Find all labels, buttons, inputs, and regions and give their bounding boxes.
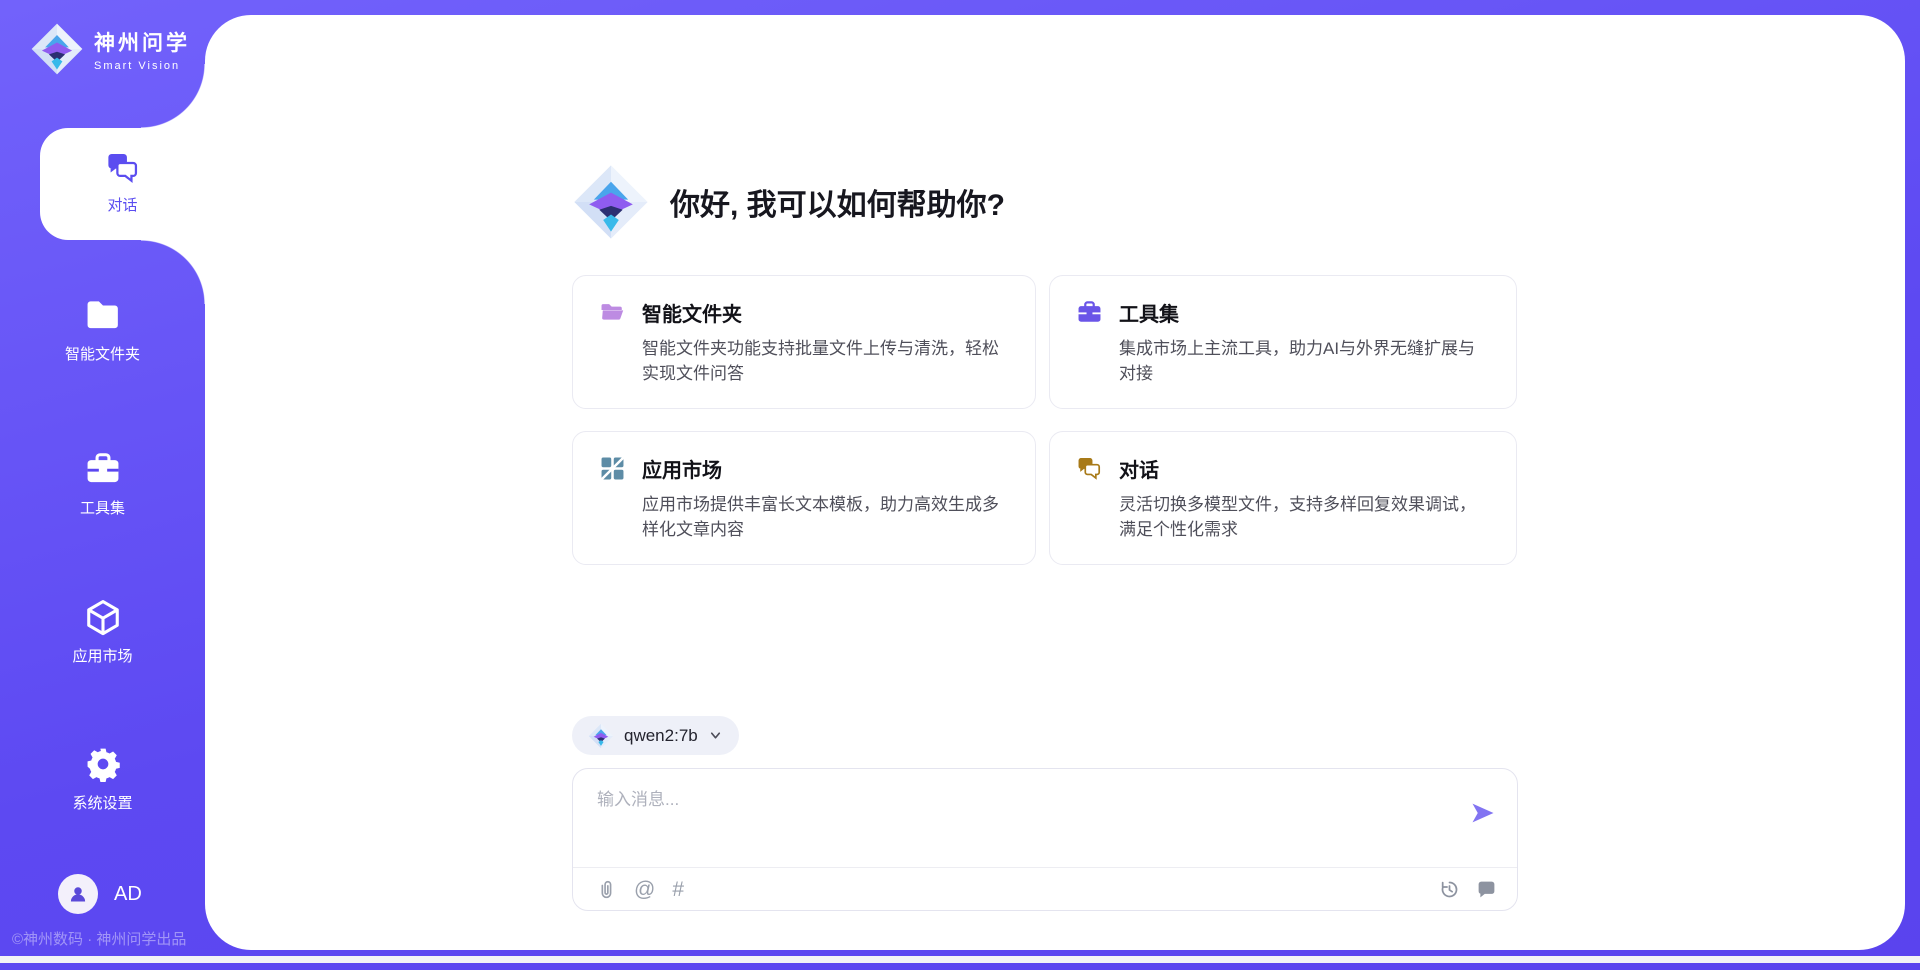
- model-selector[interactable]: qwen2:7b: [572, 716, 739, 755]
- briefcase-icon: [84, 450, 122, 488]
- app-root: 神州问学 Smart Vision 智能文件夹 工具集: [0, 0, 1920, 970]
- diamond-logo-icon: [572, 163, 650, 241]
- tab-fillet-bottom: [141, 240, 205, 304]
- sidebar-item-settings[interactable]: 系统设置: [0, 745, 205, 813]
- card-smart-folder[interactable]: 智能文件夹 智能文件夹功能支持批量文件上传与清洗，轻松实现文件问答: [572, 275, 1036, 409]
- card-title: 工具集: [1119, 298, 1179, 327]
- card-title: 智能文件夹: [642, 298, 742, 327]
- brand-name: 神州问学: [94, 27, 190, 57]
- sidebar-item-label: 智能文件夹: [0, 343, 205, 364]
- sidebar-item-app-market[interactable]: 应用市场: [0, 598, 205, 666]
- comment-icon[interactable]: [1476, 879, 1497, 900]
- grid-icon: [599, 455, 626, 482]
- sidebar-item-label: 对话: [40, 194, 205, 215]
- diamond-logo-icon: [30, 22, 84, 76]
- card-toolset[interactable]: 工具集 集成市场上主流工具，助力AI与外界无缝扩展与对接: [1049, 275, 1517, 409]
- card-description: 应用市场提供丰富长文本模板，助力高效生成多样化文章内容: [642, 492, 1009, 542]
- composer-tools-left: @ #: [595, 867, 684, 912]
- card-app-market[interactable]: 应用市场 应用市场提供丰富长文本模板，助力高效生成多样化文章内容: [572, 431, 1036, 565]
- user-initials: AD: [114, 883, 142, 906]
- sidebar-item-toolset[interactable]: 工具集: [0, 450, 205, 518]
- open-folder-icon: [599, 299, 626, 326]
- card-description: 集成市场上主流工具，助力AI与外界无缝扩展与对接: [1119, 336, 1490, 386]
- person-icon: [66, 882, 90, 906]
- user-account[interactable]: AD: [58, 874, 142, 914]
- history-icon[interactable]: [1439, 879, 1460, 900]
- message-input[interactable]: [597, 785, 1417, 853]
- feature-cards: 智能文件夹 智能文件夹功能支持批量文件上传与清洗，轻松实现文件问答 工具集 集成…: [572, 275, 1518, 565]
- main-panel: 你好, 我可以如何帮助你? 智能文件夹 智能文件夹功能支持批量文件上传与清洗，轻…: [205, 15, 1905, 950]
- sidebar-item-label: 系统设置: [0, 792, 205, 813]
- folder-icon: [84, 296, 122, 334]
- card-description: 智能文件夹功能支持批量文件上传与清洗，轻松实现文件问答: [642, 336, 1009, 386]
- model-name: qwen2:7b: [624, 726, 698, 746]
- card-description: 灵活切换多模型文件，支持多样回复效果调试，满足个性化需求: [1119, 492, 1490, 542]
- send-icon[interactable]: [1469, 799, 1497, 827]
- composer-tools-right: [1439, 867, 1497, 912]
- card-title: 对话: [1119, 454, 1159, 483]
- sidebar-item-smart-folder[interactable]: 智能文件夹: [0, 296, 205, 364]
- chat-icon: [1076, 455, 1103, 482]
- card-title: 应用市场: [642, 454, 722, 483]
- sidebar-item-chat[interactable]: 对话: [40, 128, 205, 240]
- card-chat[interactable]: 对话 灵活切换多模型文件，支持多样回复效果调试，满足个性化需求: [1049, 431, 1517, 565]
- attachment-icon[interactable]: [595, 879, 617, 901]
- cube-icon: [84, 598, 122, 636]
- chevron-down-icon: [708, 728, 723, 743]
- composer-divider: [573, 867, 1517, 868]
- diamond-logo-icon: [588, 723, 614, 749]
- greeting-text: 你好, 我可以如何帮助你?: [670, 180, 1005, 224]
- gear-icon: [84, 745, 122, 783]
- chat-icon: [105, 150, 141, 186]
- sidebar-item-label: 工具集: [0, 497, 205, 518]
- avatar: [58, 874, 98, 914]
- tab-fillet-top: [141, 64, 205, 128]
- message-composer: @ #: [572, 768, 1518, 911]
- hash-icon[interactable]: #: [672, 879, 684, 900]
- horizontal-scrollbar[interactable]: [0, 956, 1920, 963]
- mention-icon[interactable]: @: [634, 879, 655, 900]
- greeting: 你好, 我可以如何帮助你?: [572, 163, 1005, 241]
- sidebar-item-label: 应用市场: [0, 645, 205, 666]
- briefcase-icon: [1076, 299, 1103, 326]
- copyright-text: ©神州数码 · 神州问学出品: [12, 928, 186, 949]
